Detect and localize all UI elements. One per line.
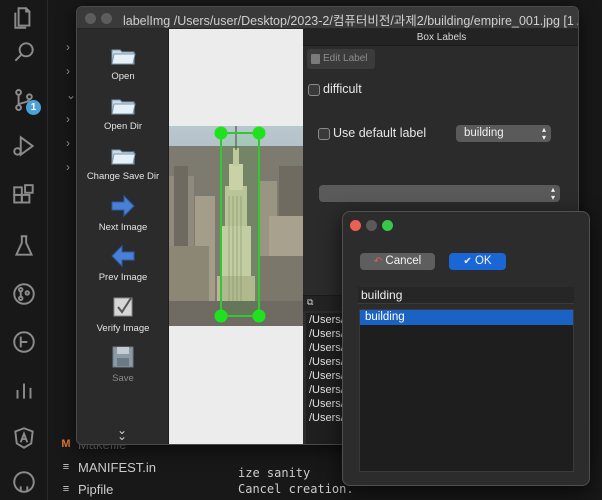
chevron-down-icon[interactable]: ⌄: [66, 88, 76, 102]
dialog-close-button[interactable]: [350, 220, 361, 231]
default-label-combo[interactable]: building ▴ ▾: [456, 125, 551, 142]
chevron-right-icon[interactable]: ›: [66, 64, 70, 78]
title-bar[interactable]: labelImg /Users/user/Desktop/2023-2/컴퓨터비…: [77, 7, 578, 29]
more-tools-chevron-icon[interactable]: ⌄ ⌄: [117, 424, 127, 442]
chevron-right-icon[interactable]: ›: [66, 136, 70, 150]
prev-image-button[interactable]: Prev Image: [77, 243, 169, 283]
bounding-box[interactable]: [169, 29, 303, 445]
terminal-line: ize sanity: [238, 466, 311, 480]
search-icon[interactable]: [10, 38, 38, 66]
run-debug-icon[interactable]: [10, 132, 38, 160]
file-name: Pipfile: [78, 481, 114, 497]
file-item[interactable]: ≡ Pipfile: [60, 479, 114, 499]
makefile-icon: M: [61, 438, 71, 450]
open-dir-label: Open Dir: [103, 121, 142, 132]
cancel-label: Cancel: [385, 255, 422, 267]
floppy-icon: [112, 346, 134, 368]
arrow-right-icon: [111, 194, 135, 218]
save-label: Save: [112, 373, 134, 384]
box-labels-header: Box Labels: [303, 29, 578, 46]
folder-icon: [111, 99, 136, 115]
image-canvas[interactable]: [169, 29, 303, 445]
change-save-dir-label: Change Save Dir: [86, 171, 160, 182]
close-window-button[interactable]: [85, 13, 96, 24]
chevron-updown-icon: ▴ ▾: [550, 185, 555, 202]
label-input[interactable]: building: [358, 287, 574, 304]
files-icon[interactable]: [10, 4, 38, 32]
checkmark-icon: ✔: [463, 256, 472, 267]
testing-icon[interactable]: [10, 232, 38, 260]
file-name: MANIFEST.in: [78, 459, 157, 475]
charts-icon[interactable]: [10, 376, 38, 404]
bbox-handle[interactable]: [252, 309, 266, 323]
ok-button[interactable]: ✔ OK: [449, 253, 506, 270]
git-graph-icon[interactable]: [10, 280, 38, 308]
change-save-dir-button[interactable]: Change Save Dir: [77, 142, 169, 182]
activity-bar: 1: [0, 0, 48, 500]
dialog-minimize-button[interactable]: [366, 220, 377, 231]
save-button[interactable]: Save: [77, 344, 169, 384]
chevron-updown-icon: ▴ ▾: [541, 125, 546, 142]
window-title: labelImg /Users/user/Desktop/2023-2/컴퓨터비…: [123, 14, 578, 28]
file-item[interactable]: ≡ MANIFEST.in: [60, 457, 156, 477]
chevron-right-icon[interactable]: ›: [66, 112, 70, 126]
edit-icon: [311, 54, 320, 64]
folder-icon: [111, 49, 136, 65]
edit-label-button[interactable]: Edit Label: [307, 49, 375, 69]
label-list-combo[interactable]: ▴ ▾: [319, 185, 560, 202]
edit-label-text: Edit Label: [323, 53, 368, 64]
chevron-right-icon[interactable]: ›: [66, 40, 70, 54]
desktop: 1 › › ⌄ › › › M Makefile: [0, 0, 602, 500]
label-dialog: ↶ Cancel ✔ OK building building: [342, 211, 590, 486]
extensions-icon[interactable]: [10, 182, 38, 210]
bbox-handle[interactable]: [214, 126, 228, 140]
difficult-checkbox[interactable]: [308, 84, 320, 96]
open-dir-button[interactable]: Open Dir: [77, 92, 169, 132]
cancel-button[interactable]: ↶ Cancel: [360, 253, 435, 270]
next-image-label: Next Image: [98, 222, 148, 233]
chevron-right-icon[interactable]: ›: [66, 160, 70, 174]
prev-image-label: Prev Image: [98, 272, 148, 283]
remote-explorer-icon[interactable]: [10, 328, 38, 356]
open-label: Open: [111, 71, 135, 82]
arrow-left-icon: [111, 244, 135, 268]
text-file-icon: ≡: [62, 483, 70, 495]
default-label-value: building: [464, 127, 504, 139]
scm-badge: 1: [26, 100, 41, 115]
angular-icon[interactable]: [10, 424, 38, 452]
verify-image-label: Verify Image: [96, 323, 150, 334]
bbox-handle[interactable]: [252, 126, 266, 140]
label-history-list[interactable]: building: [359, 309, 574, 472]
toolbar: Open Open Dir Change Save Dir Next Image…: [77, 29, 169, 444]
dialog-zoom-button[interactable]: [382, 220, 393, 231]
terminal-line: Cancel creation.: [238, 482, 354, 496]
verify-image-button[interactable]: Verify Image: [77, 294, 169, 334]
difficult-label: difficult: [323, 82, 362, 96]
bbox-handle[interactable]: [214, 309, 228, 323]
github-icon[interactable]: [10, 468, 38, 496]
use-default-label-text: Use default label: [333, 126, 427, 140]
next-image-button[interactable]: Next Image: [77, 193, 169, 233]
folder-icon: [111, 149, 136, 165]
dock-float-icon[interactable]: ⧉: [307, 297, 313, 308]
text-file-icon: ≡: [62, 461, 70, 473]
checkbox-icon: [113, 297, 133, 317]
undo-icon: ↶: [373, 256, 383, 267]
use-default-label-checkbox[interactable]: [318, 128, 330, 140]
ok-label: OK: [474, 255, 492, 267]
label-history-item[interactable]: building: [360, 310, 573, 325]
minimize-window-button[interactable]: [101, 13, 112, 24]
open-button[interactable]: Open: [77, 42, 169, 82]
